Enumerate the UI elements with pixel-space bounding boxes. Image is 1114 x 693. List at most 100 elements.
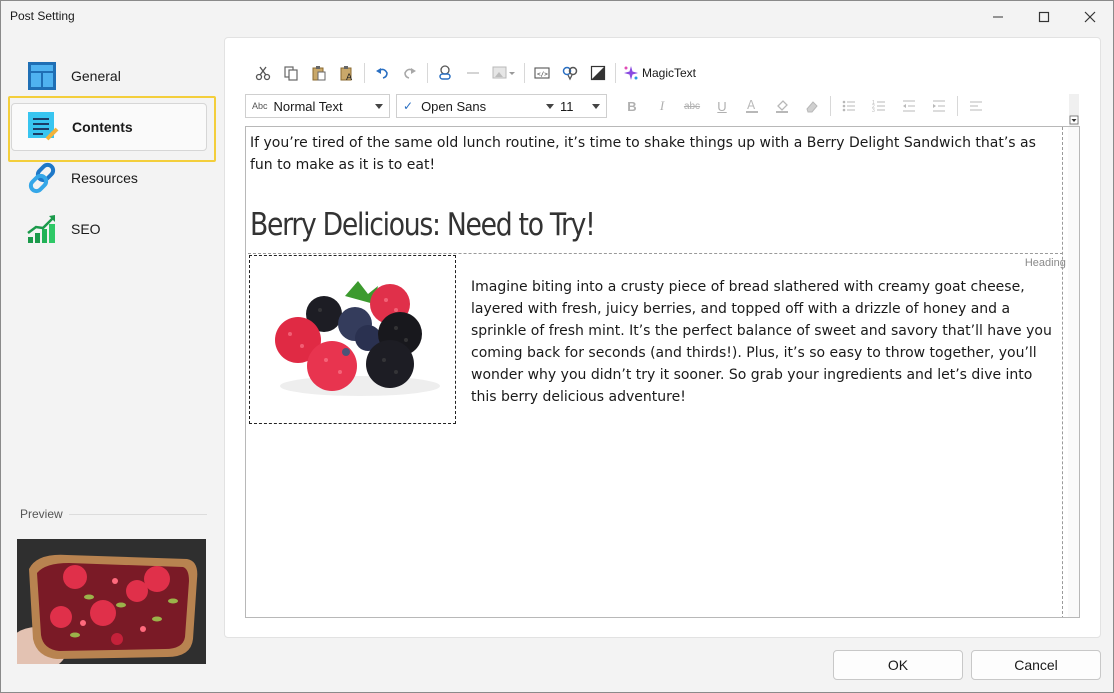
window-title: Post Setting bbox=[10, 9, 75, 23]
rich-text-editor[interactable]: If you’re tired of the same old lunch ro… bbox=[245, 126, 1080, 618]
svg-text:A: A bbox=[346, 73, 353, 81]
code-icon: </> bbox=[534, 67, 550, 79]
sidebar-item-contents[interactable]: Contents bbox=[11, 103, 207, 151]
embed-icon bbox=[562, 66, 578, 81]
paste-text-icon: A bbox=[340, 66, 353, 81]
font-size-value: 11 bbox=[560, 99, 574, 114]
berries-image[interactable] bbox=[249, 255, 456, 424]
bold-button[interactable]: B bbox=[617, 94, 647, 118]
chevron-down-icon bbox=[546, 104, 554, 109]
chevron-down-icon bbox=[592, 104, 600, 109]
undo-button[interactable] bbox=[368, 61, 396, 85]
magic-text-button[interactable]: MagicText bbox=[619, 65, 696, 81]
redo-icon bbox=[404, 68, 416, 79]
font-color-icon: A bbox=[746, 98, 758, 113]
toolbar-separator bbox=[957, 96, 958, 116]
italic-button[interactable]: I bbox=[647, 94, 677, 118]
cut-button[interactable] bbox=[249, 61, 277, 85]
sidebar-item-label: General bbox=[71, 68, 121, 84]
scroll-down-icon bbox=[1069, 115, 1079, 125]
paste-text-button[interactable]: A bbox=[333, 61, 361, 85]
insert-link-button[interactable] bbox=[431, 61, 459, 85]
align-button[interactable] bbox=[961, 94, 991, 118]
content-heading: Berry Delicious: Need to Try! bbox=[250, 207, 596, 243]
undo-icon bbox=[376, 68, 388, 79]
contrast-button[interactable] bbox=[584, 61, 612, 85]
cancel-button[interactable]: Cancel bbox=[971, 650, 1101, 680]
highlight-color-button[interactable] bbox=[767, 94, 797, 118]
contrast-icon bbox=[590, 65, 606, 81]
preview-label: Preview bbox=[20, 507, 63, 521]
underline-icon: U bbox=[717, 98, 727, 114]
copy-button[interactable] bbox=[277, 61, 305, 85]
align-left-icon bbox=[970, 101, 982, 111]
toolbar-separator bbox=[615, 63, 616, 83]
numbered-list-icon: 123 bbox=[872, 100, 885, 114]
redo-button[interactable] bbox=[396, 61, 424, 85]
body-paragraph: Imagine biting into a crusty piece of br… bbox=[471, 279, 1052, 405]
editor-scrollbar[interactable] bbox=[1068, 127, 1079, 617]
sidebar-item-seo[interactable]: SEO bbox=[11, 205, 207, 253]
page-margin-guide bbox=[1062, 127, 1063, 617]
paste-icon bbox=[312, 66, 326, 81]
toolbar-separator bbox=[427, 63, 428, 83]
sidebar: General Contents Resources SEO Preview bbox=[1, 33, 223, 664]
image-icon bbox=[492, 66, 515, 79]
toolbar-separator bbox=[830, 96, 831, 116]
bullet-list-button[interactable] bbox=[834, 94, 864, 118]
ok-button[interactable]: OK bbox=[833, 650, 963, 680]
editor-toolbar-primary: A </> MagicText bbox=[249, 61, 696, 85]
source-code-button[interactable]: </> bbox=[528, 61, 556, 85]
growth-chart-icon bbox=[25, 212, 59, 246]
strikethrough-button[interactable]: abc bbox=[677, 94, 707, 118]
intro-paragraph: If you’re tired of the same old lunch ro… bbox=[250, 135, 1036, 173]
toolbar-scroll[interactable] bbox=[1069, 94, 1079, 126]
outdent-button[interactable] bbox=[894, 94, 924, 118]
chevron-down-icon bbox=[375, 104, 383, 109]
sidebar-item-general[interactable]: General bbox=[11, 52, 207, 100]
outdent-icon bbox=[903, 100, 915, 112]
maximize-button[interactable] bbox=[1021, 1, 1067, 33]
sidebar-item-resources[interactable]: Resources bbox=[11, 154, 207, 202]
toolbar-separator bbox=[364, 63, 365, 83]
svg-text:</>: </> bbox=[537, 71, 548, 78]
horizontal-rule-button[interactable] bbox=[459, 61, 487, 85]
link-icon bbox=[439, 65, 451, 80]
paragraph-style-value: Normal Text bbox=[273, 98, 343, 114]
style-prefix: Abc bbox=[252, 101, 268, 111]
svg-text:A: A bbox=[747, 98, 756, 112]
insert-image-button[interactable] bbox=[487, 61, 521, 85]
close-button[interactable] bbox=[1067, 1, 1113, 33]
horizontal-line-icon bbox=[467, 72, 479, 74]
numbered-list-button[interactable]: 123 bbox=[864, 94, 894, 118]
layout-icon bbox=[25, 59, 59, 93]
toolbar-separator bbox=[524, 63, 525, 83]
font-family-select[interactable]: ✓ Open Sans 11 bbox=[396, 94, 607, 118]
preview-image bbox=[17, 539, 206, 664]
check-icon: ✓ bbox=[403, 99, 414, 113]
document-edit-icon bbox=[26, 110, 60, 144]
indent-icon bbox=[933, 100, 945, 112]
embed-button[interactable] bbox=[556, 61, 584, 85]
clear-format-button[interactable] bbox=[797, 94, 827, 118]
font-color-button[interactable]: A bbox=[737, 94, 767, 118]
minimize-button[interactable] bbox=[975, 1, 1021, 33]
paragraph-style-select[interactable]: Abc Normal Text bbox=[245, 94, 390, 118]
minimize-icon bbox=[993, 16, 1003, 18]
link-icon bbox=[25, 161, 59, 195]
title-bar: Post Setting bbox=[1, 1, 1113, 33]
close-icon bbox=[1084, 11, 1096, 23]
post-setting-window: Post Setting General Contents Resources … bbox=[0, 0, 1114, 693]
sidebar-item-label: Contents bbox=[72, 119, 133, 135]
editor-toolbar-format: Abc Normal Text ✓ Open Sans 11 B I abc U… bbox=[245, 94, 991, 118]
indent-button[interactable] bbox=[924, 94, 954, 118]
sidebar-item-label: Resources bbox=[71, 170, 138, 186]
maximize-icon bbox=[1038, 11, 1050, 23]
svg-text:3: 3 bbox=[872, 108, 875, 114]
underline-button[interactable]: U bbox=[707, 94, 737, 118]
sidebar-item-label: SEO bbox=[71, 221, 101, 237]
font-family-value: Open Sans bbox=[421, 98, 487, 114]
bullet-list-icon bbox=[842, 100, 855, 112]
paste-button[interactable] bbox=[305, 61, 333, 85]
preview-divider bbox=[69, 514, 207, 515]
